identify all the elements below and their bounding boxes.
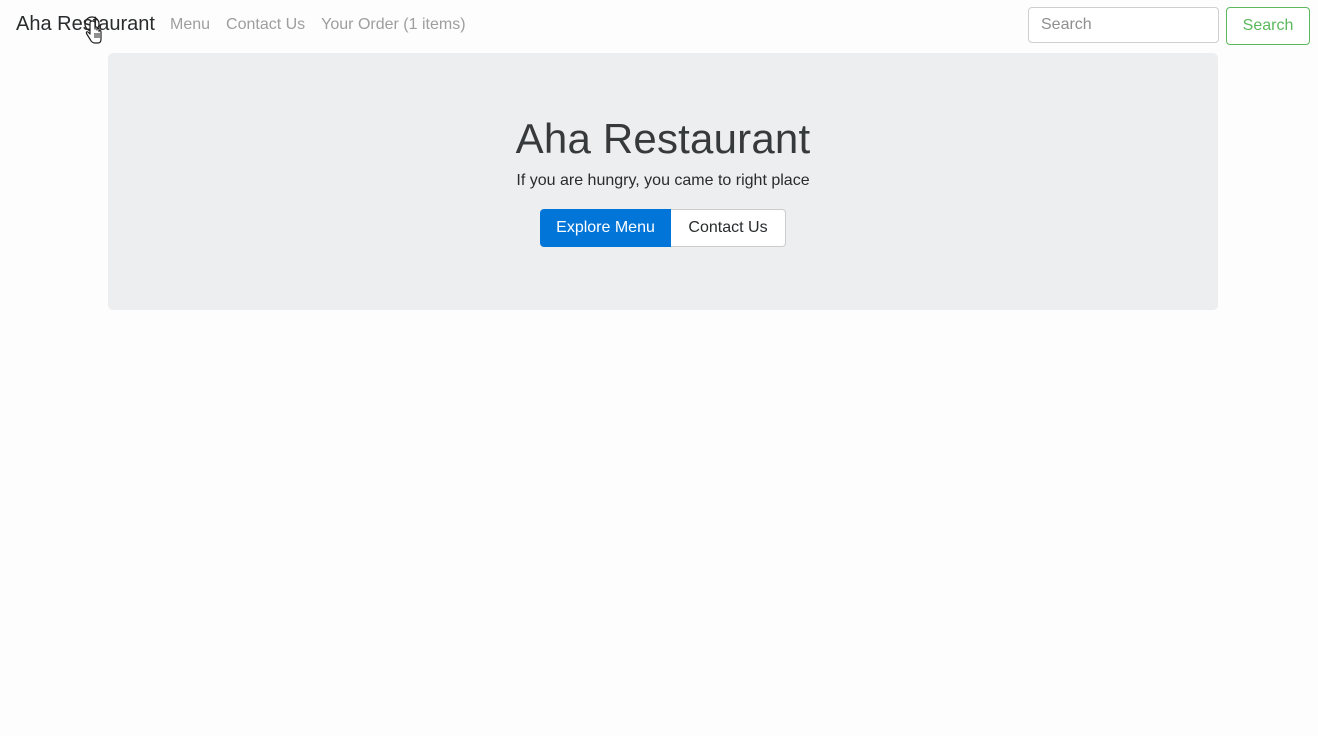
hero-button-group: Explore Menu Contact Us bbox=[540, 209, 786, 247]
navbar: Aha Restaurant Menu Contact Us Your Orde… bbox=[0, 0, 1318, 52]
search-button[interactable]: Search bbox=[1226, 7, 1310, 45]
explore-menu-button[interactable]: Explore Menu bbox=[540, 209, 671, 247]
contact-us-button[interactable]: Contact Us bbox=[671, 209, 786, 247]
hero-title: Aha Restaurant bbox=[515, 115, 811, 162]
hero-subtitle: If you are hungry, you came to right pla… bbox=[516, 172, 810, 189]
brand-link[interactable]: Aha Restaurant bbox=[16, 13, 155, 36]
nav-link-your-order[interactable]: Your Order (1 items) bbox=[321, 16, 465, 34]
hero-jumbotron: Aha Restaurant If you are hungry, you ca… bbox=[108, 53, 1218, 310]
search-input[interactable] bbox=[1028, 7, 1219, 43]
nav-link-contact-us[interactable]: Contact Us bbox=[226, 16, 305, 34]
nav-link-menu[interactable]: Menu bbox=[170, 16, 210, 34]
nav-links: Menu Contact Us Your Order (1 items) bbox=[170, 16, 466, 34]
